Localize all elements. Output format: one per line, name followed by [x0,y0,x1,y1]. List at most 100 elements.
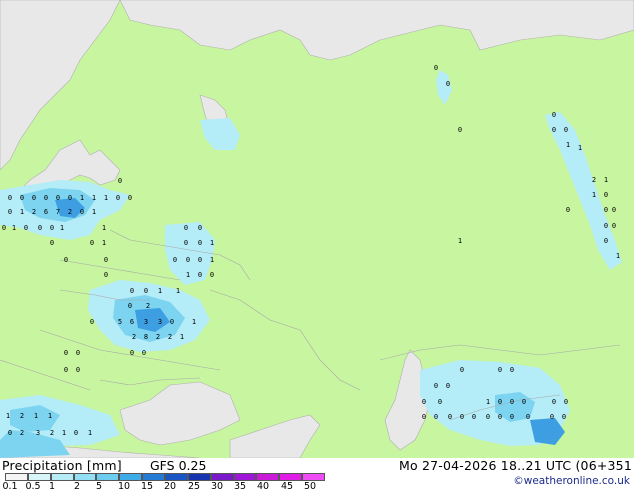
precip-value: 0 [438,398,442,406]
southwest-land-sea [560,365,634,458]
precip-value: 8 [144,333,148,341]
model-name: GFS 0.25 [150,458,207,473]
precip-value: 1 [210,239,214,247]
precip-value: 0 [128,302,132,310]
precip-value: 0 [460,366,464,374]
precip-value: 0 [50,224,54,232]
precip-value: 0 [498,413,502,421]
precip-value: 3 [158,318,162,326]
precip-value: 0 [510,413,514,421]
precip-value: 0 [184,239,188,247]
precip-value: 0 [458,126,462,134]
precip-value: 0 [486,413,490,421]
credit-link[interactable]: ©weatheronline.co.uk [513,475,630,487]
color-scale-swatch [142,473,165,481]
color-scale-label: 15 [140,481,154,492]
precip-value: 0 [118,177,122,185]
precip-value: 0 [76,366,80,374]
precip-value: 0 [526,413,530,421]
precip-value: 0 [434,413,438,421]
precip-value: 0 [80,208,84,216]
precip-value: 1 [104,194,108,202]
precip-value: 0 [566,206,570,214]
precip-value: 0 [460,413,464,421]
precip-value: 0 [550,413,554,421]
precip-value: 1 [192,318,196,326]
precip-value: 5 [118,318,122,326]
color-scale-swatch [302,473,325,481]
precip-value: 0 [44,194,48,202]
map-title: Precipitation [mm] [2,458,122,473]
precip-value: 1 [92,194,96,202]
precip-value: 7 [56,208,60,216]
precip-value: 6 [130,318,134,326]
precip-value: 0 [64,349,68,357]
precip-value: 0 [472,413,476,421]
precip-value: 0 [184,224,188,232]
color-scale [5,473,325,481]
precip-value: 0 [64,366,68,374]
precip-value: 1 [102,239,106,247]
precip-value: 1 [486,398,490,406]
precip-value: 0 [2,224,6,232]
precip-value: 0 [90,239,94,247]
color-scale-swatch [165,473,188,481]
precip-value: 2 [592,176,596,184]
precip-value: 0 [510,366,514,374]
precip-value: 1 [158,287,162,295]
precip-value: 0 [446,80,450,88]
precip-value: 0 [198,256,202,264]
precip-value: 0 [498,398,502,406]
precip-value: 0 [173,256,177,264]
precip-value: 3 [144,318,148,326]
precip-value: 1 [186,271,190,279]
precip-value: 0 [116,194,120,202]
precip-value: 0 [130,349,134,357]
precip-value: 1 [88,429,92,437]
precip-value: 1 [80,194,84,202]
valid-time: Mo 27-04-2026 18..21 UTC (06+351 [398,458,632,473]
precip-value: 0 [170,318,174,326]
precip-value: 1 [176,287,180,295]
precip-value: 1 [20,208,24,216]
precip-value: 0 [198,239,202,247]
precip-value: 1 [604,176,608,184]
precip-value: 0 [198,271,202,279]
precip-value: 1 [12,224,16,232]
precip-value: 0 [612,222,616,230]
color-scale-swatch [73,473,97,481]
precip-value: 0 [20,194,24,202]
precip-value: 0 [446,382,450,390]
color-scale-swatch [50,473,74,481]
precip-value: 0 [510,398,514,406]
precip-value: 2 [168,333,172,341]
precip-value: 1 [102,224,106,232]
precip-value: 1 [60,224,64,232]
precip-value: 0 [50,239,54,247]
color-scale-swatch [96,473,120,481]
precip-value: 0 [24,224,28,232]
precip-value: 0 [8,194,12,202]
color-scale-swatch [210,473,234,481]
precip-value: 1 [592,191,596,199]
precip-value: 1 [458,237,462,245]
precip-value: 0 [198,224,202,232]
precip-value: 0 [210,271,214,279]
precip-value: 0 [552,398,556,406]
precip-value: 0 [564,126,568,134]
color-scale-swatch [256,473,280,481]
precip-value: 2 [20,429,24,437]
precip-value: 0 [604,191,608,199]
precip-value: 2 [50,429,54,437]
precip-value: 0 [422,398,426,406]
precip-value: 0 [498,366,502,374]
precip-value: 0 [130,287,134,295]
color-scale-label: 35 [233,481,247,492]
precip-value: 6 [44,208,48,216]
precip-value: 0 [604,237,608,245]
color-scale-label: 50 [303,481,317,492]
color-scale-label: 1 [48,481,56,492]
color-scale-label: 10 [117,481,131,492]
precip-value: 0 [68,194,72,202]
color-scale-swatch [187,473,211,481]
